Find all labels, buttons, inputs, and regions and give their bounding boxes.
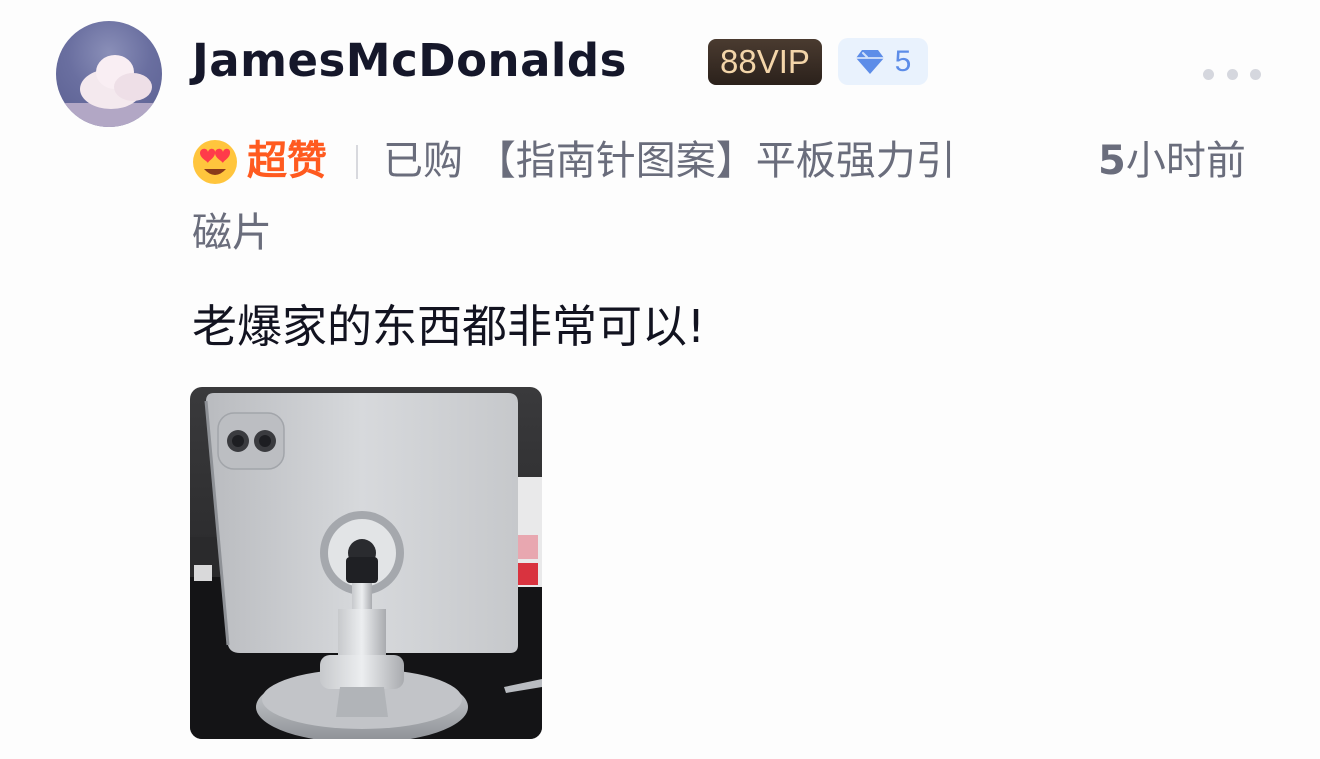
heart-eyes-emoji-icon xyxy=(193,140,237,184)
review-text: 老爆家的东西都非常可以! xyxy=(192,300,706,353)
time-number: 5 xyxy=(1098,138,1126,184)
vip-badge: 88VIP xyxy=(708,39,822,85)
username[interactable]: JamesMcDonalds xyxy=(192,30,627,92)
purchased-item-line2[interactable]: 磁片 xyxy=(192,206,272,260)
time-unit: 小时前 xyxy=(1125,138,1246,184)
review-card: JamesMcDonalds 88VIP 5 超赞 已购 【指南针图案】平板强力… xyxy=(0,0,1320,759)
more-options-icon[interactable] xyxy=(1203,66,1261,82)
rating-label: 超赞 xyxy=(247,138,327,184)
review-time: 5小时前 xyxy=(1098,134,1246,188)
purchased-item-line1[interactable]: 已购 【指南针图案】平板强力引 xyxy=(383,134,1083,188)
diamond-icon xyxy=(855,49,884,74)
user-avatar[interactable] xyxy=(56,21,162,127)
level-badge: 5 xyxy=(838,38,928,85)
divider xyxy=(356,145,358,179)
level-number: 5 xyxy=(894,45,912,78)
review-photo[interactable] xyxy=(190,387,542,739)
tablet-magnetic-stand-photo xyxy=(190,387,542,739)
